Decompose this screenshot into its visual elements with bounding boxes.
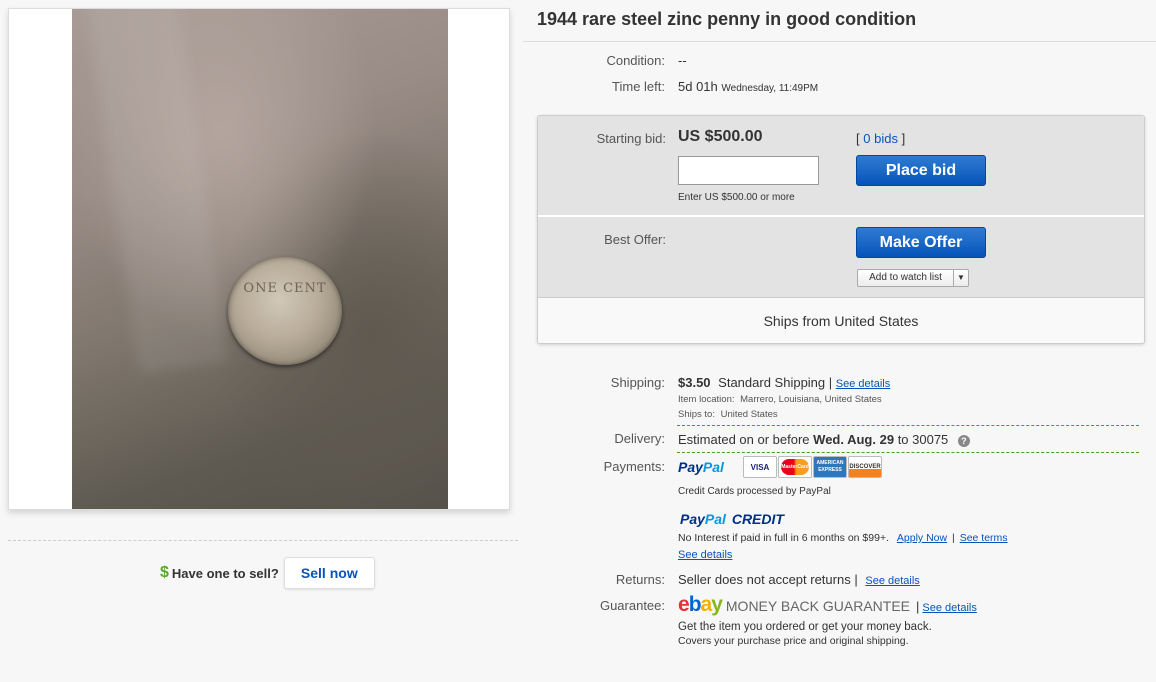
- shipping-sep: |: [828, 375, 833, 390]
- item-photo[interactable]: ONE CENT: [72, 9, 448, 509]
- paypal-credit-see-details-link[interactable]: See details: [678, 549, 732, 561]
- mastercard-icon: MasterCard: [778, 456, 812, 478]
- see-terms-link[interactable]: See terms: [960, 532, 1008, 544]
- chevron-down-icon[interactable]: ▼: [954, 270, 968, 286]
- delivery-top-divider: [677, 425, 1139, 426]
- ships-from-section: Ships from United States: [538, 297, 1144, 343]
- shipping-see-details-link[interactable]: See details: [836, 378, 890, 390]
- cards-note: Credit Cards processed by PayPal: [678, 486, 831, 497]
- guarantee-sep: |: [916, 599, 920, 614]
- title-divider: [523, 41, 1156, 42]
- ebay-logo-y: y: [711, 593, 723, 616]
- condition-value: --: [678, 53, 687, 68]
- item-location-value: Marrero, Louisiana, United States: [740, 394, 882, 405]
- apply-sep: |: [952, 532, 955, 544]
- shipping-method: Standard Shipping: [718, 375, 826, 390]
- bid-count-close: ]: [901, 131, 906, 146]
- time-left-end: Wednesday, 11:49PM: [721, 83, 819, 94]
- paypal-logo: PayPal: [678, 459, 724, 475]
- time-left-label: Time left:: [612, 79, 665, 94]
- photo-fabric-highlight: [85, 9, 229, 374]
- bid-count-link[interactable]: 0 bids: [863, 131, 898, 146]
- returns-row: Seller does not accept returns | See det…: [678, 572, 920, 587]
- paypal-credit-word: CREDIT: [731, 511, 784, 527]
- paypal-credit-pal: Pal: [704, 511, 726, 527]
- bid-amount-input[interactable]: [678, 156, 819, 185]
- ebay-logo-e: e: [678, 593, 690, 616]
- paypal-credit-logo: PayPal CREDIT: [680, 511, 784, 527]
- condition-label: Condition:: [606, 53, 665, 68]
- paypal-credit-note: No Interest if paid in full in 6 months …: [678, 532, 889, 544]
- sell-promo: $ Have one to sell? Sell now: [160, 557, 375, 589]
- payments-label: Payments:: [603, 459, 665, 474]
- item-location-row: Item location: Marrero, Louisiana, Unite…: [678, 394, 882, 405]
- bid-box: Starting bid: US $500.00 [ 0 bids ] Ente…: [537, 115, 1145, 344]
- left-divider: [8, 540, 518, 541]
- ships-to-value: United States: [720, 409, 778, 420]
- starting-bid-section: Starting bid: US $500.00 [ 0 bids ] Ente…: [538, 116, 1144, 216]
- money-back-guarantee: MONEY BACK GUARANTEE: [725, 598, 911, 614]
- shipping-label: Shipping:: [610, 375, 665, 390]
- apply-now-link[interactable]: Apply Now: [897, 532, 947, 544]
- returns-see-details-link[interactable]: See details: [865, 575, 919, 587]
- amex-icon: AMERICAN EXPRESS: [813, 456, 847, 478]
- watch-list-label: Add to watch list: [858, 270, 954, 286]
- guarantee-line1: Get the item you ordered or get your mon…: [678, 621, 932, 633]
- delivery-suffix: to 30075: [897, 432, 949, 447]
- delivery-bottom-divider: [677, 452, 1139, 453]
- help-icon[interactable]: ?: [957, 434, 970, 447]
- guarantee-label: Guarantee:: [599, 598, 665, 613]
- paypal-logo-pay: Pay: [678, 459, 703, 475]
- ships-to-row: Ships to: United States: [678, 409, 778, 420]
- sell-question: Have one to sell?: [171, 565, 279, 581]
- returns-value: Seller does not accept returns: [678, 572, 851, 587]
- bid-count-open: [: [856, 131, 860, 146]
- returns-sep: |: [854, 572, 858, 587]
- bid-count: [ 0 bids ]: [856, 131, 905, 146]
- ships-from-text: Ships from United States: [763, 313, 919, 329]
- visa-icon: VISA: [743, 456, 777, 478]
- paypal-credit-pay: Pay: [680, 511, 705, 527]
- ebay-logo: ebay: [678, 593, 723, 617]
- coin-image: ONE CENT: [228, 257, 342, 365]
- mastercard-label: MasterCard: [781, 459, 809, 475]
- ebay-logo-a: a: [700, 593, 713, 616]
- delivery-prefix: Estimated on or before: [678, 432, 810, 447]
- coin-text: ONE CENT: [243, 281, 327, 296]
- guarantee-see-details-link[interactable]: See details: [922, 602, 976, 614]
- shipping-price: $3.50: [678, 375, 711, 390]
- item-location-label: Item location:: [678, 394, 735, 405]
- best-offer-label: Best Offer:: [604, 232, 666, 247]
- guarantee-line2: Covers your purchase price and original …: [678, 635, 909, 647]
- sell-now-button[interactable]: Sell now: [283, 557, 375, 589]
- returns-label: Returns:: [615, 572, 665, 587]
- item-title: 1944 rare steel zinc penny in good condi…: [537, 9, 917, 29]
- paypal-logo-pal: Pal: [702, 459, 724, 475]
- bid-input-hint: Enter US $500.00 or more: [678, 192, 795, 203]
- delivery-label: Delivery:: [614, 431, 665, 446]
- place-bid-button[interactable]: Place bid: [856, 155, 986, 186]
- dollar-icon: $: [160, 564, 169, 581]
- item-photo-frame[interactable]: ONE CENT: [8, 8, 510, 510]
- starting-bid-label: Starting bid:: [596, 131, 666, 146]
- guarantee-row: ebay MONEY BACK GUARANTEE | See details: [678, 593, 977, 617]
- starting-bid-value: US $500.00: [678, 128, 763, 145]
- best-offer-section: Best Offer: Make Offer: [538, 217, 1144, 297]
- delivery-date: Wed. Aug. 29: [813, 432, 895, 447]
- paypal-credit-row: No Interest if paid in full in 6 months …: [678, 532, 1008, 544]
- make-offer-button[interactable]: Make Offer: [856, 227, 986, 258]
- time-left-value: 5d 01h: [678, 79, 718, 94]
- shipping-row: $3.50 Standard Shipping | See details: [678, 375, 890, 390]
- ships-to-label: Ships to:: [678, 409, 715, 420]
- add-to-watch-list-button[interactable]: Add to watch list ▼: [857, 269, 969, 287]
- time-left-row: 5d 01h Wednesday, 11:49PM: [678, 79, 818, 94]
- delivery-row: Estimated on or before Wed. Aug. 29 to 3…: [678, 432, 970, 447]
- discover-icon: DISCOVER: [848, 456, 882, 478]
- ebay-logo-b: b: [688, 593, 702, 616]
